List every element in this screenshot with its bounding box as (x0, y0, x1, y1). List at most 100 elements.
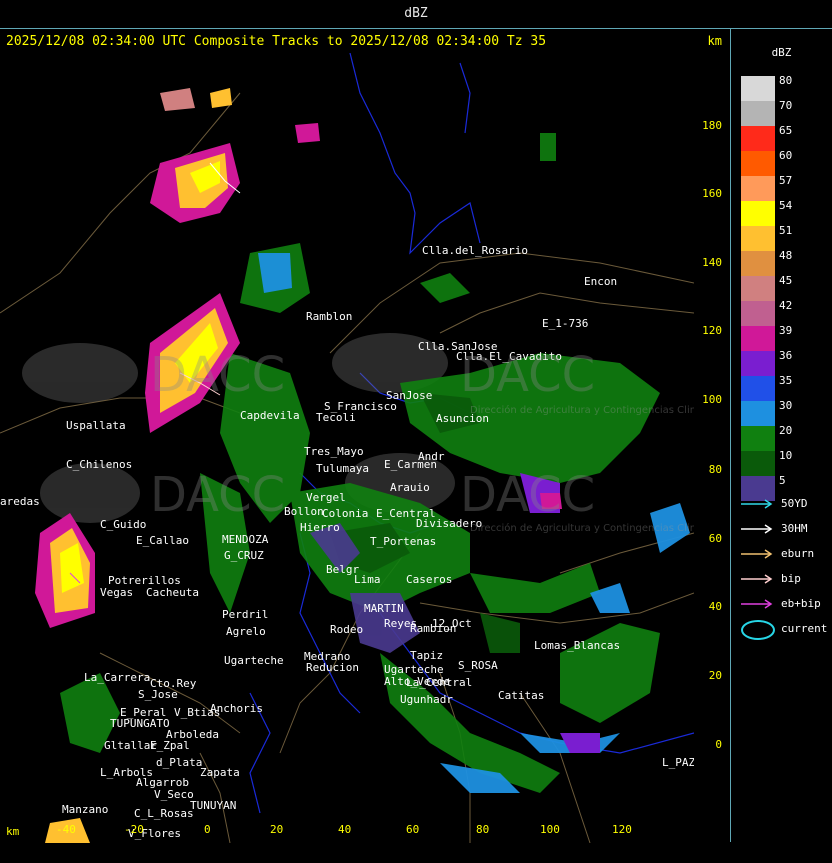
place-label: Ugarteche (384, 663, 444, 676)
swatch-label: 48 (779, 249, 793, 262)
swatch-30 (741, 401, 775, 426)
svg-text:DACC: DACC (150, 347, 285, 403)
place-label: Zapata (200, 766, 240, 779)
place-label: Hierro (300, 521, 340, 534)
place-label: E_Callao (136, 534, 189, 547)
track-label: bip (781, 572, 801, 585)
svg-text:DACC: DACC (460, 467, 595, 523)
place-label: L_PAZ (662, 756, 694, 769)
swatch-label: 10 (779, 449, 793, 462)
place-label: G_CRUZ (224, 549, 264, 562)
place-label: Arauio (390, 481, 430, 494)
swatch-label: 20 (779, 424, 793, 437)
place-label: 12_Oct (432, 617, 472, 630)
place-label: La_Carrera (84, 671, 150, 684)
place-label: V_Btias (174, 706, 220, 719)
place-label: MARTIN (364, 602, 404, 615)
track-label: 30HM (781, 522, 808, 535)
composite-tracks-title: 2025/12/08 02:34:00 UTC Composite Tracks… (6, 34, 547, 49)
y-tick: 0 (715, 738, 722, 751)
place-label: Tres_Mayo (304, 445, 364, 458)
swatch-label: 5 (779, 474, 786, 487)
x-axis: km -40 -20 0 20 40 60 80 100 120 (0, 823, 730, 863)
swatch-label: 65 (779, 124, 793, 137)
panel-header: 2025/12/08 02:34:00 UTC Composite Tracks… (0, 29, 730, 53)
place-label: Encon (584, 275, 617, 288)
radar-map[interactable]: Clla.del_Rosario Encon E_1-736 Ramblon C… (0, 53, 694, 843)
place-label: MENDOZA (222, 533, 269, 546)
place-label: Catitas (498, 689, 544, 702)
place-label: S_ROSA (458, 659, 498, 672)
place-label: Rodeo (330, 623, 363, 636)
swatch-39 (741, 326, 775, 351)
swatch-54 (741, 201, 775, 226)
y-axis: 180 160 140 120 100 80 60 40 20 0 (694, 53, 730, 843)
place-label: Uspallata (66, 419, 126, 432)
swatch-10 (741, 451, 775, 476)
place-label: C_Guido (100, 518, 146, 531)
place-label: E_1-736 (542, 317, 588, 330)
place-label: V_Seco (154, 788, 194, 801)
track-label: eb+bip (781, 597, 821, 610)
swatch-20 (741, 426, 775, 451)
y-tick: 140 (702, 256, 722, 269)
place-label: S_Jose (138, 688, 178, 701)
y-tick: 120 (702, 324, 722, 337)
place-label: Andr (418, 450, 445, 463)
swatch-36 (741, 351, 775, 376)
swatch-label: 42 (779, 299, 793, 312)
place-label: E_Zpal (150, 739, 190, 752)
place-label: Caseros (406, 573, 452, 586)
swatch-label: 35 (779, 374, 793, 387)
track-label: eburn (781, 547, 815, 560)
current-label: current (781, 622, 828, 635)
swatch-label: 70 (779, 99, 793, 112)
track-eb-bip: eb+bip (741, 597, 821, 611)
place-label: Vergel (306, 491, 346, 504)
swatch-35 (741, 376, 775, 401)
y-tick: 100 (702, 393, 722, 406)
km-unit-label: km (707, 34, 722, 48)
swatch-label: 45 (779, 274, 793, 287)
swatch-label: 39 (779, 324, 793, 337)
swatch-42 (741, 301, 775, 326)
svg-text:Dirección de Agricultura y Con: Dirección de Agricultura y Contingencias… (470, 404, 694, 416)
swatch-57 (741, 176, 775, 201)
place-label: d_Plata (156, 756, 202, 769)
x-tick: 0 (204, 823, 211, 836)
x-tick: 40 (338, 823, 352, 836)
place-label: TUNUYAN (190, 799, 236, 812)
swatch-80 (741, 76, 775, 101)
place-label: Tecoli (316, 411, 356, 424)
track-eburn: eburn (741, 547, 821, 561)
swatch-label: 60 (779, 149, 793, 162)
place-label: La_Central (406, 676, 472, 689)
swatch-label: 30 (779, 399, 793, 412)
place-label: SanJose (386, 389, 432, 402)
place-label: Cacheuta (146, 586, 199, 599)
swatch-70 (741, 101, 775, 126)
swatch-label: 57 (779, 174, 793, 187)
current-oval-icon (741, 620, 775, 640)
swatch-label: 54 (779, 199, 793, 212)
place-label: Agrelo (226, 625, 266, 638)
place-label: Capdevila (240, 409, 300, 422)
y-tick: 180 (702, 119, 722, 132)
swatch-label: 80 (779, 74, 793, 87)
svg-text:DACC: DACC (150, 467, 285, 523)
x-tick: 60 (406, 823, 420, 836)
window-titlebar: dBZ (0, 0, 832, 29)
place-label: Ramblon (306, 310, 352, 323)
dbz-legend: dBZ 80 70 65 60 57 54 51 48 45 42 39 36 … (731, 29, 832, 842)
swatch-60 (741, 151, 775, 176)
track-label: 50YD (781, 497, 808, 510)
track-50yd: 50YD (741, 497, 821, 511)
place-label: Ugarteche (224, 654, 284, 667)
place-label: T_Portenas (370, 535, 436, 548)
x-tick: 80 (476, 823, 490, 836)
place-label: Clla.del_Rosario (422, 244, 528, 257)
y-tick: 60 (708, 532, 722, 545)
place-label: Colonia (322, 507, 368, 520)
track-bip: bip (741, 572, 821, 586)
place-label: Tapiz (410, 649, 443, 662)
